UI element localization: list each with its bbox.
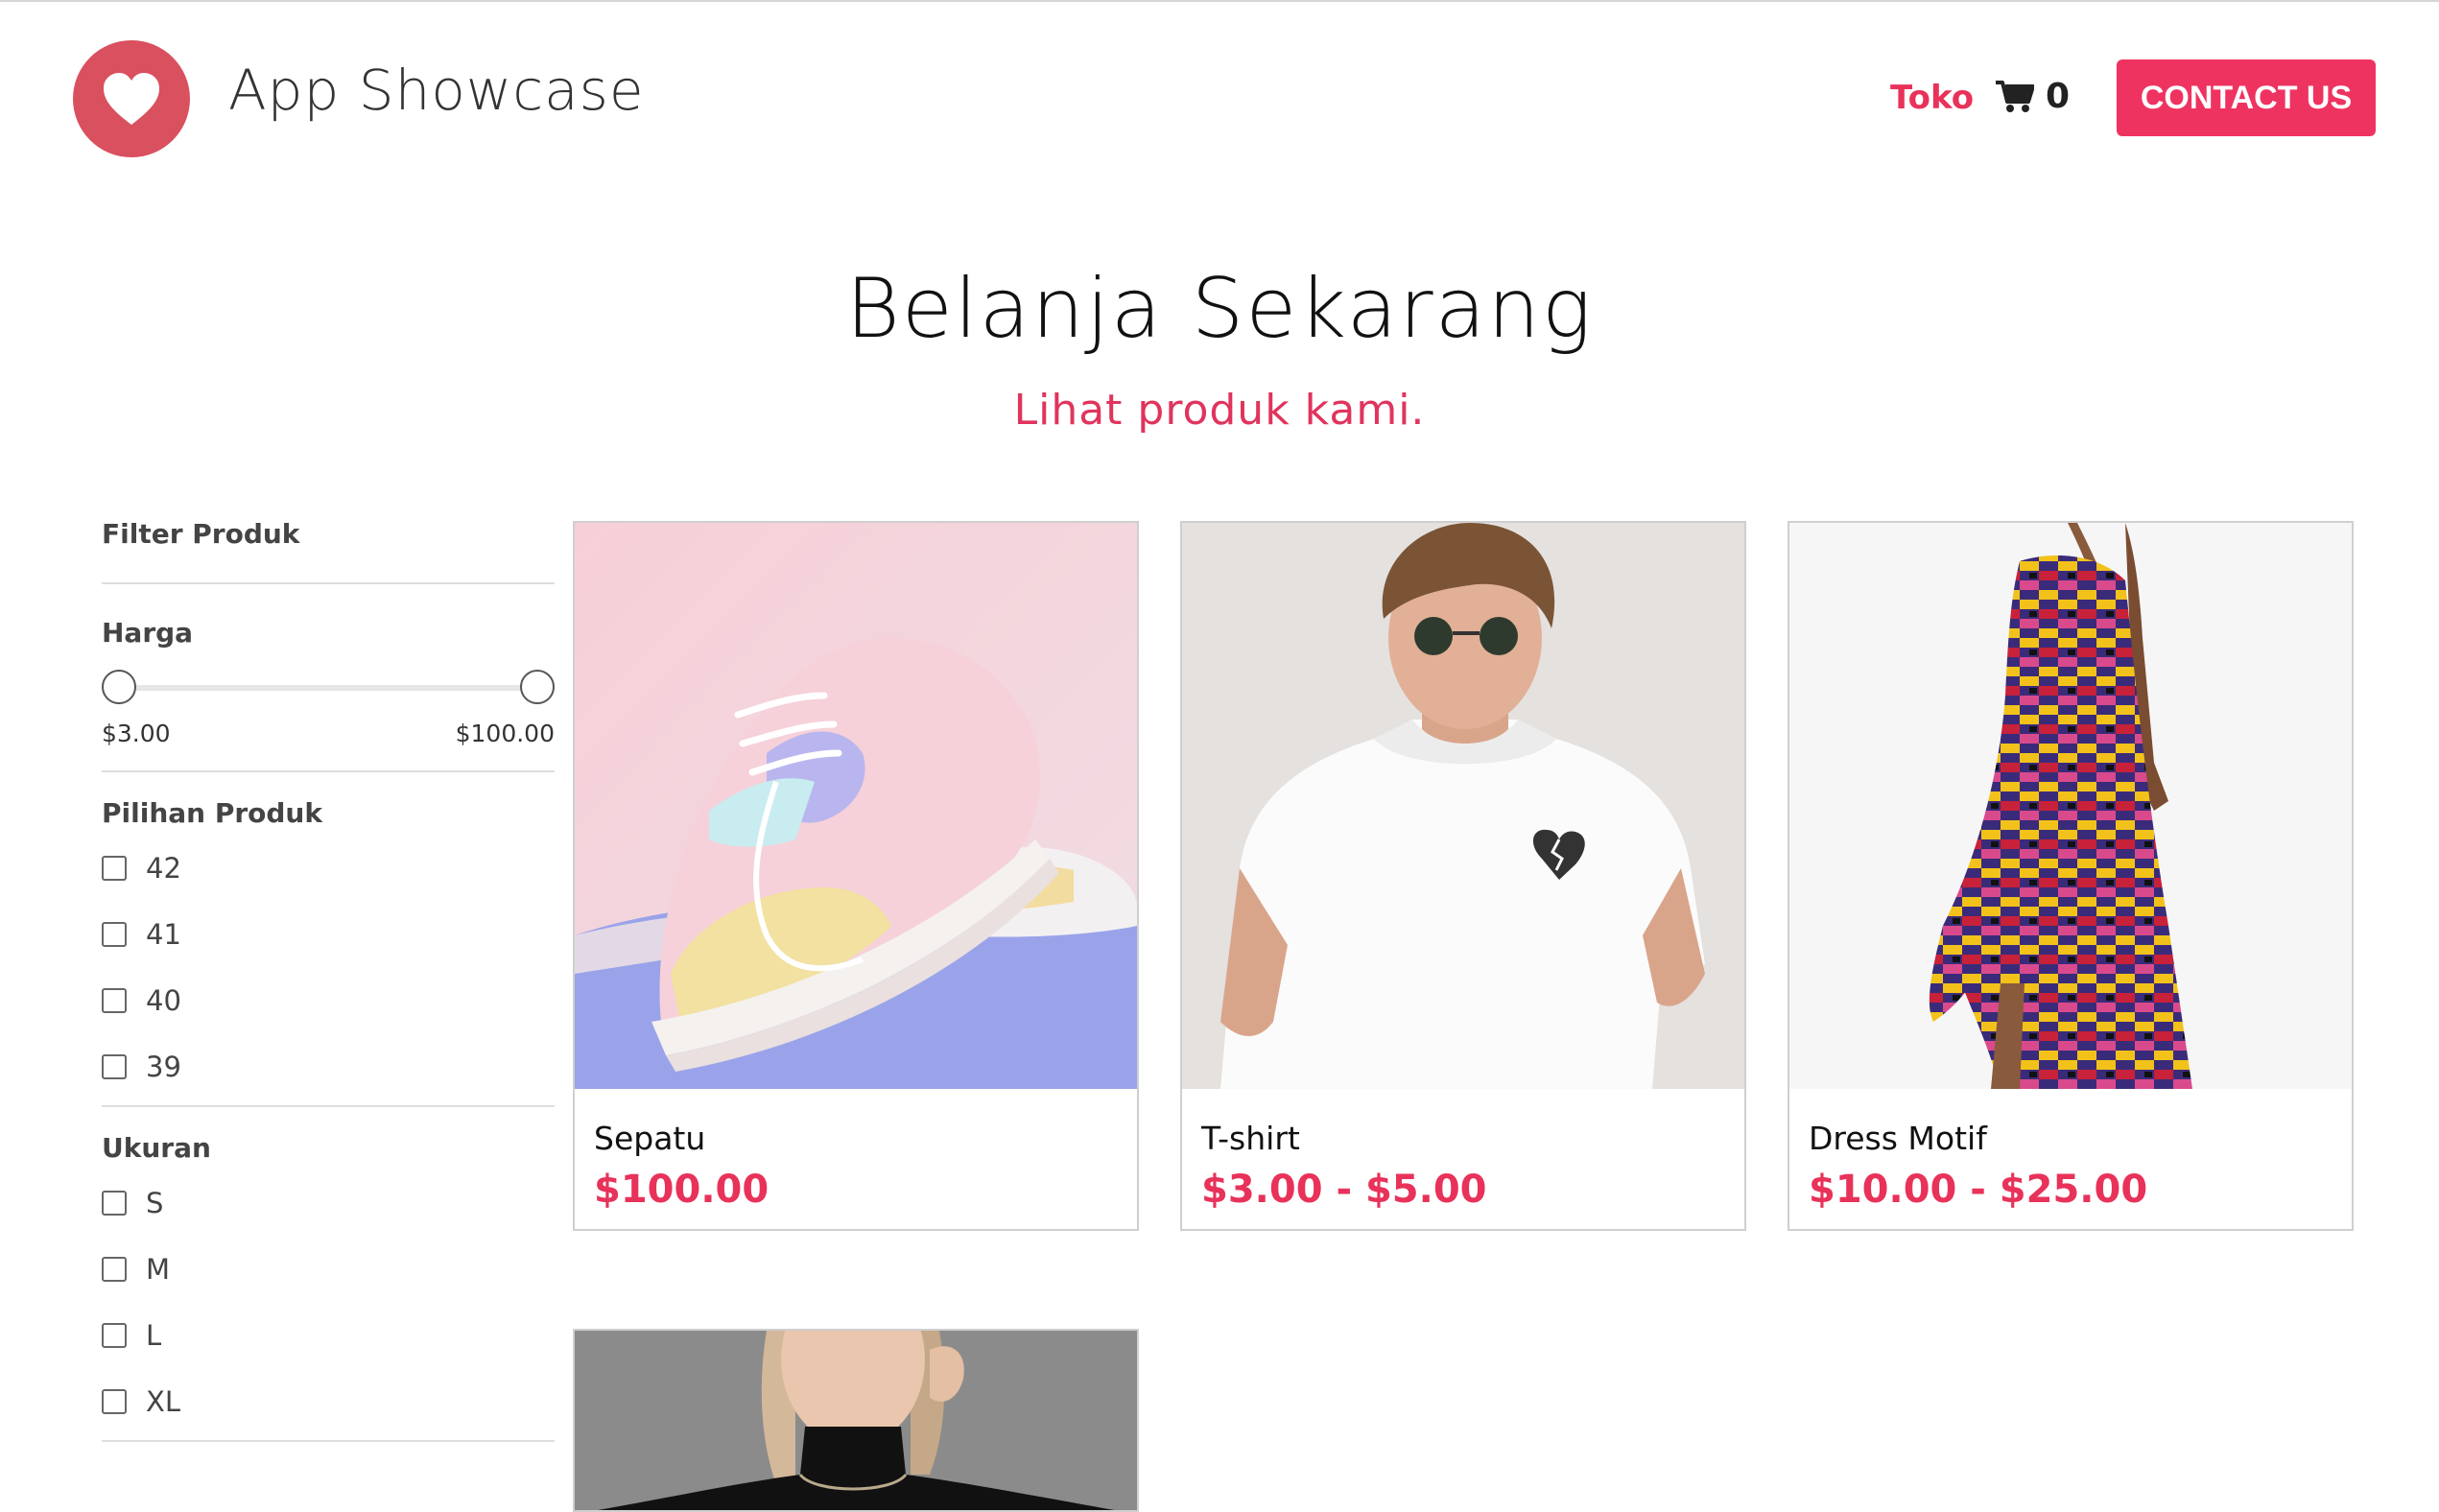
product-price: $100.00 [594, 1168, 770, 1212]
divider [102, 1105, 555, 1107]
checkbox[interactable] [102, 1190, 127, 1216]
checkbox[interactable] [102, 1388, 127, 1414]
checkbox[interactable] [102, 1053, 127, 1079]
size-checkbox-xl[interactable]: XL [102, 1368, 555, 1434]
option-checkbox-39[interactable]: 39 [102, 1033, 555, 1099]
range-min-handle[interactable] [102, 670, 136, 704]
option-label: 40 [146, 983, 181, 1017]
filter-heading: Filter Produk [102, 518, 300, 550]
product-image[interactable] [1182, 523, 1744, 1089]
price-max-value: $100.00 [455, 720, 555, 747]
top-border [0, 0, 2439, 2]
checkbox[interactable] [102, 1322, 127, 1348]
filter-sidebar: Filter Produk Harga $3.00 $100.00 Piliha… [102, 518, 555, 1442]
cart-count: 0 [2046, 77, 2071, 116]
size-label: XL [146, 1384, 181, 1418]
cart-icon [1996, 80, 2034, 112]
product-options-label: Pilihan Produk [102, 797, 322, 829]
option-checkbox-42[interactable]: 42 [102, 835, 555, 901]
size-checkbox-l[interactable]: L [102, 1302, 555, 1368]
product-image[interactable] [575, 523, 1137, 1089]
option-checkbox-40[interactable]: 40 [102, 967, 555, 1033]
divider [102, 582, 555, 584]
tshirt-image [1182, 523, 1744, 1089]
checkbox[interactable] [102, 855, 127, 881]
product-card-turtleneck[interactable] [573, 1329, 1139, 1512]
product-price: $10.00 - $25.00 [1809, 1168, 2148, 1212]
price-filter-label: Harga [102, 617, 194, 649]
size-filter-label: Ukuran [102, 1132, 211, 1164]
product-image[interactable] [1789, 523, 2352, 1089]
option-label: 41 [146, 917, 181, 951]
product-name[interactable]: T-shirt [1201, 1120, 1300, 1157]
size-label: L [146, 1318, 162, 1352]
cart-button[interactable]: 0 [1996, 77, 2070, 116]
product-name[interactable]: Dress Motif [1809, 1120, 1987, 1157]
checkbox[interactable] [102, 1256, 127, 1282]
page-subtitle: Lihat produk kami. [1013, 386, 1426, 435]
sneaker-image [575, 523, 1137, 1089]
nav-shop-link[interactable]: Toko [1890, 79, 1974, 117]
product-card-tshirt[interactable]: T-shirt $3.00 - $5.00 [1180, 521, 1746, 1231]
turtleneck-image [575, 1331, 1137, 1510]
app-title[interactable]: App Showcase [228, 58, 645, 123]
divider [102, 1440, 555, 1442]
option-label: 39 [146, 1050, 181, 1083]
size-checkbox-s[interactable]: S [102, 1169, 555, 1236]
product-price: $3.00 - $5.00 [1201, 1168, 1487, 1212]
size-checkbox-m[interactable]: M [102, 1236, 555, 1302]
page-title: Belanja Sekarang [845, 261, 1594, 357]
option-checkbox-41[interactable]: 41 [102, 901, 555, 967]
product-card-sepatu[interactable]: Sepatu $100.00 [573, 521, 1139, 1231]
product-card-dress-motif[interactable]: Dress Motif $10.00 - $25.00 [1788, 521, 2354, 1231]
dress-image [1789, 523, 2352, 1089]
divider [102, 770, 555, 772]
checkbox[interactable] [102, 987, 127, 1013]
contact-us-button[interactable]: CONTACT US [2117, 59, 2376, 136]
heart-icon [104, 73, 159, 125]
price-min-value: $3.00 [102, 720, 171, 747]
price-range-slider[interactable] [102, 668, 555, 706]
product-name[interactable]: Sepatu [594, 1120, 705, 1157]
range-max-handle[interactable] [520, 670, 555, 704]
checkbox[interactable] [102, 921, 127, 947]
size-label: S [146, 1186, 164, 1219]
logo[interactable] [73, 40, 190, 157]
product-image[interactable] [575, 1331, 1137, 1510]
size-label: M [146, 1252, 171, 1286]
price-range-labels: $3.00 $100.00 [102, 720, 555, 747]
option-label: 42 [146, 851, 181, 885]
range-track [119, 685, 537, 691]
